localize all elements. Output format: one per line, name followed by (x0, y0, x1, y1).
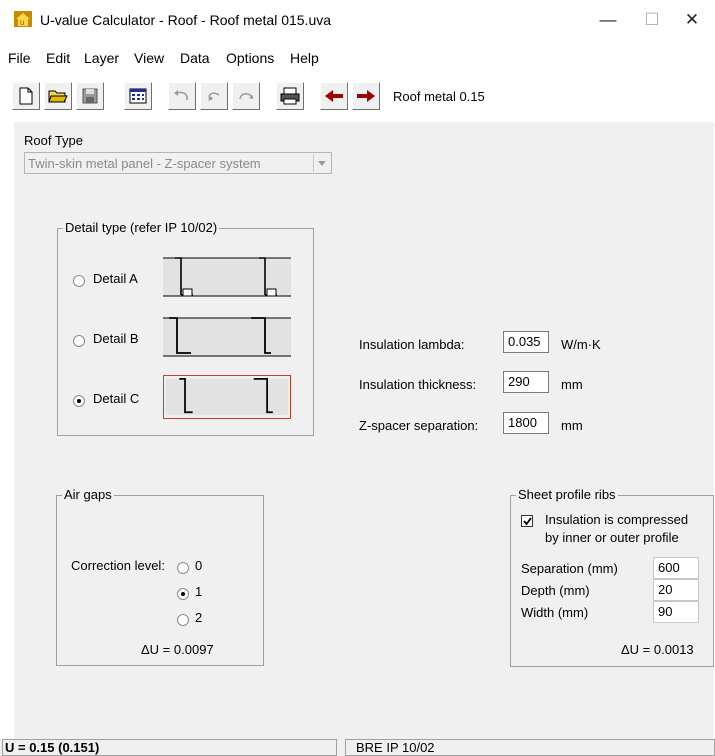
correction-level-1-label[interactable]: 1 (195, 584, 202, 599)
menu-options[interactable]: Options (226, 50, 274, 66)
correction-level-0-radio[interactable] (177, 562, 189, 574)
depth-input[interactable]: 20 (653, 579, 699, 601)
current-file-label: Roof metal 0.15 (393, 89, 485, 104)
insulation-lambda-label: Insulation lambda: (359, 337, 465, 352)
zspacer-unit: mm (561, 418, 583, 433)
detail-a-label[interactable]: Detail A (93, 271, 138, 286)
zspacer-separation-input[interactable]: 1800 (503, 412, 549, 434)
dropdown-button[interactable] (313, 154, 330, 172)
correction-level-1-radio[interactable] (177, 588, 189, 600)
menu-layer[interactable]: Layer (84, 50, 119, 66)
app-house-icon: U (14, 11, 32, 27)
printer-icon (280, 87, 300, 105)
print-button[interactable] (276, 82, 304, 110)
redo-button[interactable] (232, 82, 260, 110)
detail-b-diagram (163, 317, 291, 357)
thickness-unit: mm (561, 377, 583, 392)
roof-type-label: Roof Type (24, 133, 84, 148)
new-icon (19, 87, 33, 105)
undo-button[interactable] (168, 82, 196, 110)
detail-type-group: Detail type (refer IP 10/02) Detail A De… (57, 220, 314, 436)
sheet-profile-group-label: Sheet profile ribs (516, 487, 618, 502)
chevron-down-icon (318, 161, 326, 166)
menu-edit[interactable]: Edit (46, 50, 70, 66)
sheet-profile-ribs-group: Sheet profile ribs Insulation is compres… (510, 487, 714, 667)
checkmark-icon (523, 517, 532, 526)
calculator-icon (129, 88, 147, 104)
insulation-lambda-input[interactable]: 0.035 (503, 331, 549, 353)
forward-arrow-icon (357, 90, 375, 102)
menu-data[interactable]: Data (180, 50, 210, 66)
main-panel: Roof Type Twin-skin metal panel - Z-spac… (14, 122, 714, 739)
menu-bar: File Edit Layer View Data Options Help (0, 46, 715, 70)
width-label: Width (mm) (521, 605, 589, 620)
svg-text:U: U (20, 20, 24, 27)
correction-level-2-radio[interactable] (177, 614, 189, 626)
undo-alt-button[interactable] (200, 82, 228, 110)
compressed-checkbox[interactable] (521, 515, 533, 527)
detail-type-group-label: Detail type (refer IP 10/02) (63, 220, 220, 235)
save-button[interactable] (76, 82, 104, 110)
correction-level-0-label[interactable]: 0 (195, 558, 202, 573)
depth-label: Depth (mm) (521, 583, 590, 598)
correction-level-label: Correction level: (71, 558, 165, 573)
menu-help[interactable]: Help (290, 50, 319, 66)
new-file-button[interactable] (12, 82, 40, 110)
air-gaps-delta-u: ΔU = 0.0097 (141, 642, 214, 657)
sheet-profile-delta-u: ΔU = 0.0013 (621, 642, 694, 657)
toolbar (0, 79, 715, 115)
back-arrow-icon (325, 90, 343, 102)
correction-level-2-label[interactable]: 2 (195, 610, 202, 625)
maximize-button[interactable]: ☐ (632, 6, 672, 34)
compressed-checkbox-label[interactable]: Insulation is compressed (545, 512, 688, 527)
close-button[interactable]: ✕ (672, 6, 712, 34)
status-bar: U = 0.15 (0.151) BRE IP 10/02 (0, 739, 715, 756)
redo-icon (239, 93, 253, 100)
roof-type-dropdown[interactable]: Twin-skin metal panel - Z-spacer system (24, 152, 332, 174)
detail-c-radio[interactable] (73, 395, 85, 407)
menu-view[interactable]: View (134, 50, 164, 66)
insulation-thickness-input[interactable]: 290 (503, 371, 549, 393)
menu-file[interactable]: File (8, 50, 31, 66)
detail-c-label[interactable]: Detail C (93, 391, 139, 406)
insulation-thickness-label: Insulation thickness: (359, 377, 477, 392)
separation-label: Separation (mm) (521, 561, 618, 576)
detail-b-label[interactable]: Detail B (93, 331, 139, 346)
forward-button[interactable] (352, 82, 380, 110)
u-value-status: U = 0.15 (0.151) (2, 739, 337, 756)
calculator-button[interactable] (124, 82, 152, 110)
detail-b-radio[interactable] (73, 335, 85, 347)
zspacer-separation-label: Z-spacer separation: (359, 418, 479, 433)
minimize-button[interactable]: — (588, 6, 628, 34)
compressed-checkbox-label-2: by inner or outer profile (545, 530, 679, 545)
air-gaps-group-label: Air gaps (62, 487, 114, 502)
separation-input[interactable]: 600 (653, 557, 699, 579)
undo-icon (174, 90, 188, 101)
back-button[interactable] (320, 82, 348, 110)
air-gaps-group: Air gaps Correction level: 0 1 2 ΔU = 0.… (56, 487, 264, 666)
width-input[interactable]: 90 (653, 601, 699, 623)
window-title: U-value Calculator - Roof - Roof metal 0… (40, 12, 332, 28)
open-file-button[interactable] (44, 82, 72, 110)
detail-c-diagram (163, 375, 291, 419)
save-icon (82, 88, 98, 104)
open-folder-icon (48, 90, 68, 103)
roof-type-value: Twin-skin metal panel - Z-spacer system (28, 156, 261, 171)
detail-a-diagram (163, 257, 291, 297)
reference-status: BRE IP 10/02 (345, 739, 715, 756)
undo-alt-icon (208, 92, 220, 101)
title-bar[interactable]: U U-value Calculator - Roof - Roof metal… (0, 0, 715, 40)
detail-a-radio[interactable] (73, 275, 85, 287)
lambda-unit: W/m·K (561, 337, 601, 352)
